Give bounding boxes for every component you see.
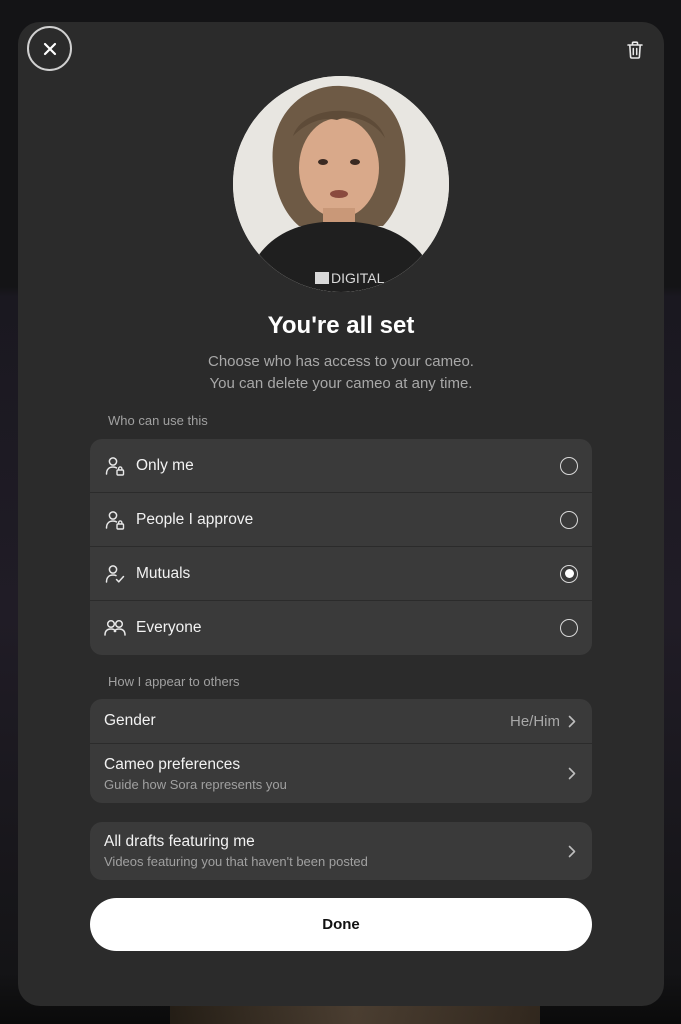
access-option-mutuals[interactable]: Mutuals — [90, 547, 592, 601]
cameo-settings-modal: DIGITAL You're all set Choose who has ac… — [18, 22, 664, 1006]
close-icon — [43, 42, 56, 55]
person-lock-icon — [104, 455, 126, 477]
gender-label: Gender — [104, 712, 156, 729]
chevron-right-icon — [568, 844, 578, 858]
radio-button[interactable] — [560, 456, 578, 475]
gender-value: He/Him — [509, 712, 560, 730]
person-check-icon — [104, 563, 126, 585]
all-drafts-description: Videos featuring you that haven't been p… — [104, 854, 368, 869]
access-options-group: Only me People I approve Mutuals Everyon… — [90, 439, 592, 655]
cameo-preferences-description: Guide how Sora represents you — [104, 776, 287, 792]
appearance-section-label: How I appear to others — [108, 674, 240, 689]
chevron-right-icon — [568, 714, 578, 728]
access-option-label: Only me — [136, 456, 194, 474]
avatar-portrait: DIGITAL — [233, 76, 449, 292]
cameo-preferences-row[interactable]: Cameo preferences Guide how Sora represe… — [90, 744, 592, 803]
radio-button[interactable] — [560, 619, 578, 637]
access-option-people-i-approve[interactable]: People I approve — [90, 493, 592, 547]
close-button[interactable] — [27, 26, 72, 71]
done-button[interactable]: Done — [90, 898, 592, 951]
all-drafts-label: All drafts featuring me — [104, 833, 255, 850]
access-option-label: People I approve — [136, 510, 254, 528]
shirt-print: DIGITAL — [331, 270, 385, 286]
cameo-preferences-label: Cameo preferences — [104, 755, 241, 773]
access-option-label: Mutuals — [136, 564, 191, 582]
appearance-group: Gender He/Him Cameo preferences Guide ho… — [90, 699, 592, 803]
avatar: DIGITAL — [233, 76, 449, 292]
all-drafts-row[interactable]: All drafts featuring me Videos featuring… — [90, 822, 592, 880]
access-section-label: Who can use this — [108, 413, 208, 428]
page-subtitle: Choose who has access to your cameo. You… — [208, 353, 474, 392]
page-title: You're all set — [267, 312, 415, 339]
gender-row[interactable]: Gender He/Him — [90, 699, 592, 744]
radio-button-selected[interactable] — [560, 564, 578, 583]
access-option-only-me[interactable]: Only me — [90, 439, 592, 493]
drafts-group: All drafts featuring me Videos featuring… — [90, 822, 592, 880]
trash-icon — [627, 41, 643, 59]
access-option-label: Everyone — [136, 619, 202, 636]
delete-button[interactable] — [624, 38, 646, 62]
chevron-right-icon — [568, 767, 578, 781]
person-lock-icon — [104, 509, 126, 531]
people-icon — [104, 617, 126, 639]
access-option-everyone[interactable]: Everyone — [90, 601, 592, 655]
radio-button[interactable] — [560, 510, 578, 529]
